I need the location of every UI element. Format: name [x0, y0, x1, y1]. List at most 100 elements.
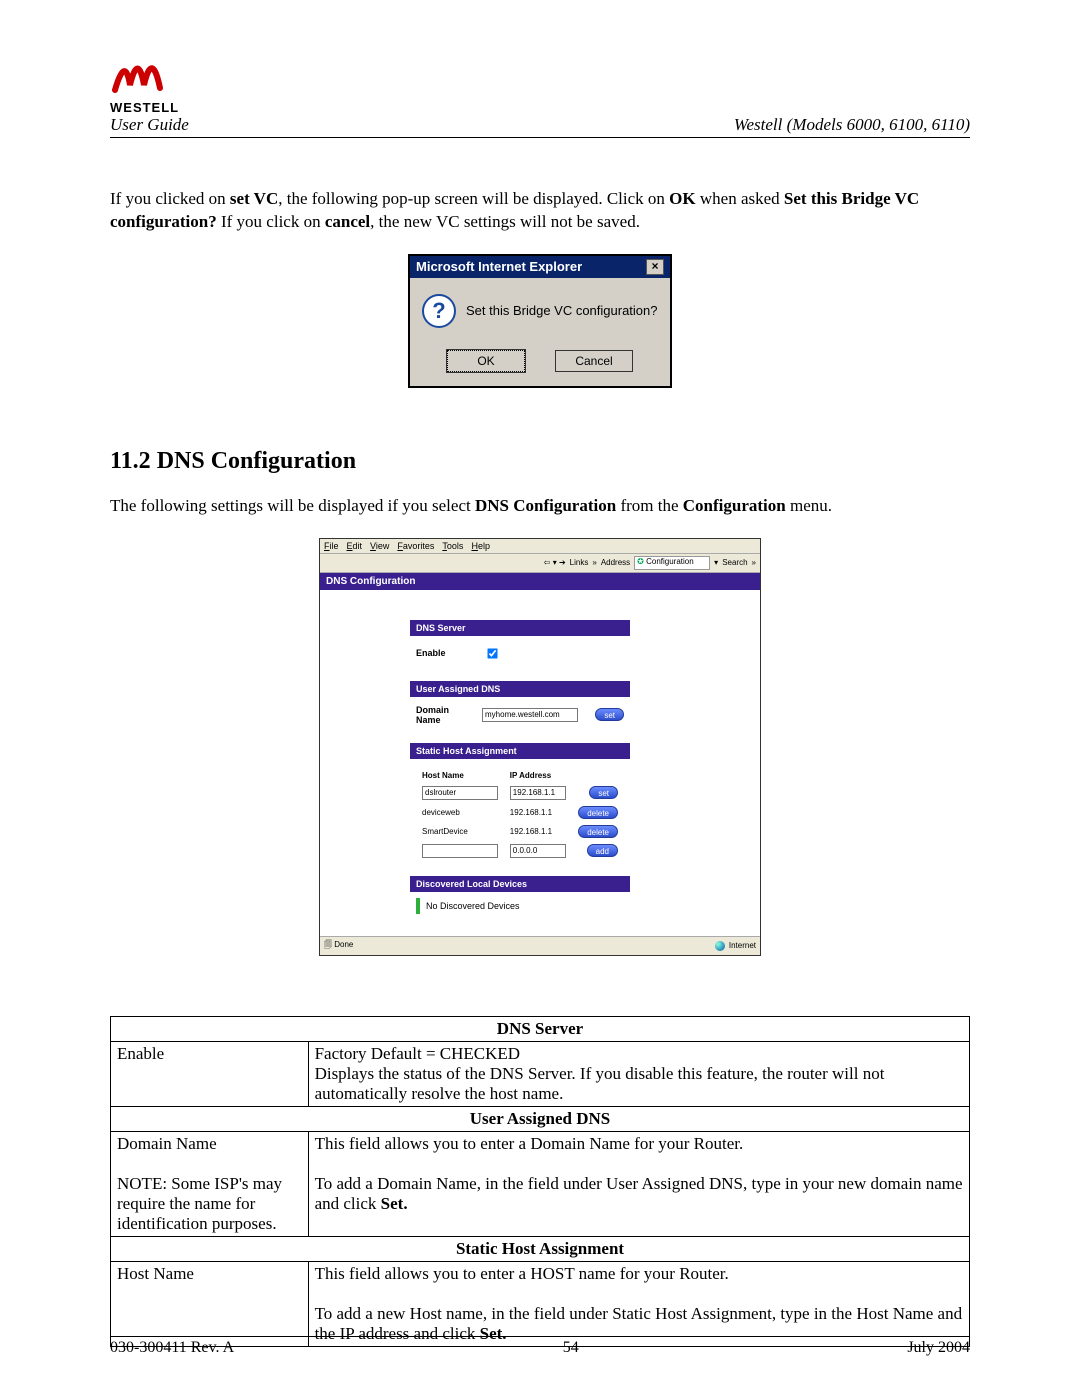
panel-header: Static Host Assignment [410, 743, 630, 759]
static-host-panel: Static Host Assignment Host Name IP Addr… [410, 743, 630, 870]
section-title: DNS Configuration [157, 448, 356, 474]
text-bold: OK [669, 189, 695, 208]
ip-input[interactable] [510, 786, 566, 800]
dialog-titlebar: Microsoft Internet Explorer × [410, 256, 670, 278]
ip-cell: 192.168.1.1 [506, 823, 571, 840]
domain-input[interactable] [482, 708, 578, 722]
cancel-button[interactable]: Cancel [555, 350, 633, 372]
text: The following settings will be displayed… [110, 496, 475, 515]
host-cell: deviceweb [418, 804, 504, 821]
host-input[interactable] [422, 844, 498, 858]
address-label: Address [601, 558, 630, 567]
domain-label: Domain Name [416, 705, 476, 725]
text: This field allows you to enter a Domain … [315, 1134, 744, 1153]
dns-server-panel: DNS Server Enable [410, 620, 630, 675]
panel-header: Discovered Local Devices [410, 876, 630, 892]
table-row: add [418, 842, 622, 860]
table-cell: Host Name [111, 1261, 309, 1346]
page-footer: 030-300411 Rev. A 54 July 2004 [110, 1336, 970, 1357]
text-bold: Configuration [683, 496, 786, 515]
ip-cell: 192.168.1.1 [506, 804, 571, 821]
section-heading: 11.2 DNS Configuration [110, 448, 970, 475]
globe-icon [715, 941, 725, 951]
browser-statusbar: 🗐 Done Internet [320, 936, 760, 955]
brand-block: WESTELL User Guide [110, 50, 189, 135]
intro-paragraph: If you clicked on set VC, the following … [110, 188, 970, 234]
table-header: DNS Server [111, 1016, 970, 1041]
footer-rev: 030-300411 Rev. A [110, 1339, 234, 1357]
panel-header: User Assigned DNS [410, 681, 630, 697]
discovered-devices-panel: Discovered Local Devices No Discovered D… [410, 876, 630, 920]
text: , the new VC settings will not be saved. [370, 212, 640, 231]
text-bold: cancel [325, 212, 370, 231]
table-row: set [418, 784, 622, 802]
address-value: Configuration [646, 557, 694, 566]
table-header: Static Host Assignment [111, 1236, 970, 1261]
links-label[interactable]: Links [570, 558, 589, 567]
dialog-message: Set this Bridge VC configuration? [466, 303, 658, 318]
col-host: Host Name [418, 769, 504, 782]
browser-window: File Edit View Favorites Tools Help ⇦ ▾ … [319, 538, 761, 956]
panel-header: DNS Server [410, 620, 630, 636]
status-done: Done [334, 940, 353, 949]
menu-view[interactable]: View [370, 541, 389, 551]
text: , the following pop-up screen will be di… [278, 189, 669, 208]
text: from the [616, 496, 683, 515]
menu-file[interactable]: File [324, 541, 339, 551]
model-label: Westell (Models 6000, 6100, 6110) [734, 115, 970, 135]
dialog-title: Microsoft Internet Explorer [416, 259, 582, 274]
table-cell: This field allows you to enter a Domain … [308, 1131, 969, 1236]
footer-page: 54 [563, 1339, 579, 1357]
ok-button[interactable]: OK [447, 350, 525, 372]
text: If you clicked on [110, 189, 230, 208]
confirm-dialog: Microsoft Internet Explorer × ? Set this… [408, 254, 672, 388]
text: when asked [696, 189, 784, 208]
text: menu. [786, 496, 832, 515]
table-row: deviceweb192.168.1.1 delete [418, 804, 622, 821]
table-cell: Domain Name NOTE: Some ISP's may require… [111, 1131, 309, 1236]
text-bold: DNS Configuration [475, 496, 616, 515]
ip-input[interactable] [510, 844, 566, 858]
status-internet: Internet [729, 941, 756, 950]
discovered-message: No Discovered Devices [426, 901, 520, 911]
text: If you click on [217, 212, 325, 231]
section-intro: The following settings will be displayed… [110, 495, 970, 518]
page-title-bar: DNS Configuration [320, 573, 760, 590]
question-icon: ? [422, 294, 456, 328]
reference-table: DNS Server Enable Factory Default = CHEC… [110, 1016, 970, 1347]
text: To add a Domain Name, in the field under… [315, 1174, 963, 1213]
browser-menu[interactable]: File Edit View Favorites Tools Help [320, 539, 760, 554]
delete-button[interactable]: delete [578, 825, 618, 838]
set-button[interactable]: set [595, 708, 624, 721]
text-bold: Set. [381, 1194, 408, 1213]
delete-button[interactable]: delete [578, 806, 618, 819]
page-header: WESTELL User Guide Westell (Models 6000,… [110, 50, 970, 138]
table-header: User Assigned DNS [111, 1106, 970, 1131]
close-icon[interactable]: × [646, 259, 664, 275]
text-bold: set VC [230, 189, 278, 208]
table-row: SmartDevice192.168.1.1 delete [418, 823, 622, 840]
enable-checkbox[interactable] [487, 648, 497, 658]
add-button[interactable]: add [587, 844, 618, 857]
table-cell: Factory Default = CHECKED Displays the s… [308, 1041, 969, 1106]
menu-edit[interactable]: Edit [347, 541, 363, 551]
enable-label: Enable [416, 648, 476, 658]
set-button[interactable]: set [589, 786, 618, 799]
menu-tools[interactable]: Tools [442, 541, 463, 551]
search-label[interactable]: Search [722, 558, 747, 567]
section-number: 11.2 [110, 448, 151, 474]
menu-help[interactable]: Help [471, 541, 490, 551]
brand-name: WESTELL [110, 100, 179, 115]
col-ip: IP Address [506, 769, 571, 782]
westell-logo-icon [110, 50, 180, 100]
host-input[interactable] [422, 786, 498, 800]
table-cell: This field allows you to enter a HOST na… [308, 1261, 969, 1346]
text: This field allows you to enter a HOST na… [315, 1264, 729, 1283]
status-indicator-icon [416, 898, 420, 914]
host-cell: SmartDevice [418, 823, 504, 840]
footer-date: July 2004 [907, 1339, 970, 1357]
browser-toolbar: ⇦ ▾ ➔ Links » Address ✪ Configuration ▾ … [320, 554, 760, 573]
address-input[interactable]: ✪ Configuration [634, 556, 710, 570]
user-assigned-dns-panel: User Assigned DNS Domain Name set [410, 681, 630, 737]
menu-favorites[interactable]: Favorites [397, 541, 434, 551]
